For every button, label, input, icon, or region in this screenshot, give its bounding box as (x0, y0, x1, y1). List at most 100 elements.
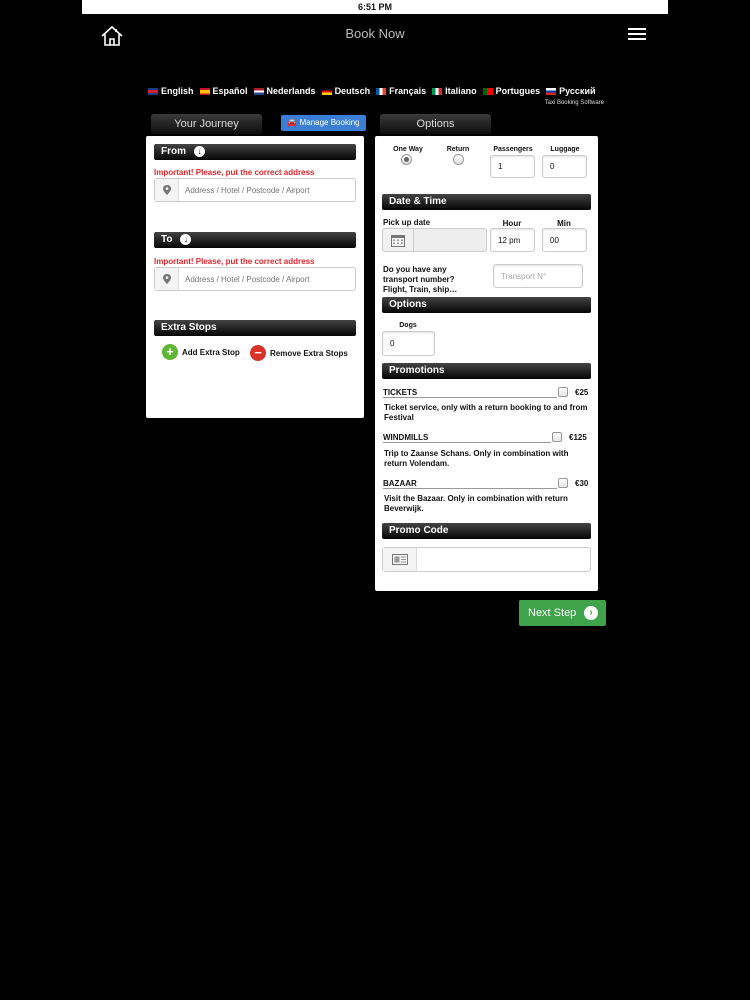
status-time: 6:51 PM (357, 2, 392, 12)
nav-bar: Book Now (82, 14, 668, 58)
options-panel: One Way Return Passengers 1 Luggage 0 Da… (375, 136, 598, 591)
promo-tickets-checkbox[interactable] (558, 387, 568, 397)
passengers-label: Passengers (493, 146, 533, 153)
add-extra-stop-label: Add Extra Stop (182, 347, 240, 357)
lang-label: Nederlands (266, 86, 316, 96)
lang-portugues[interactable]: Portugues (482, 86, 541, 96)
location-pin-icon (155, 179, 179, 201)
pickup-date-input[interactable] (414, 228, 487, 252)
manage-booking-label: Manage Booking (299, 118, 360, 127)
date-time-header: Date & Time (382, 194, 591, 210)
tab-options[interactable]: Options (380, 114, 491, 134)
status-bar: 6:51 PM (82, 0, 668, 14)
promo-tickets-desc: Ticket service, only with a return booki… (384, 403, 588, 422)
from-header: From ↓ (154, 144, 356, 160)
extra-stops-header: Extra Stops (154, 320, 356, 336)
to-address-input[interactable] (179, 274, 349, 284)
min-label: Min (557, 219, 571, 228)
portugal-flag-icon (482, 87, 493, 95)
tab-your-journey[interactable]: Your Journey (151, 114, 262, 134)
add-extra-stop-button[interactable]: + Add Extra Stop (162, 344, 240, 360)
lang-label: Español (212, 86, 248, 96)
divider (383, 488, 557, 489)
lang-label: Deutsch (334, 86, 371, 96)
from-address-input[interactable] (179, 185, 349, 195)
to-label: To (161, 234, 173, 245)
france-flag-icon (376, 87, 387, 95)
luggage-label: Luggage (550, 146, 580, 153)
one-way-radio[interactable] (401, 154, 412, 165)
tagline: Taxi Booking Software (544, 100, 604, 106)
calendar-icon[interactable] (382, 228, 414, 252)
arrow-down-icon: ↓ (194, 146, 205, 157)
lang-label: Русский (559, 86, 596, 96)
lang-label: English (161, 86, 194, 96)
lang-label: Italiano (445, 86, 477, 96)
promo-bazaar-price: €30 (575, 479, 589, 488)
promo-bazaar-checkbox[interactable] (558, 478, 568, 488)
spain-flag-icon (199, 87, 210, 95)
one-way-label: One Way (393, 146, 423, 153)
car-icon: 🚘 (287, 118, 298, 127)
promo-code-field[interactable] (382, 547, 591, 572)
transport-question: Do you have any transport number? Flight… (383, 265, 458, 294)
plus-icon: + (162, 344, 178, 360)
promo-windmills-price: €125 (569, 433, 587, 442)
promo-tickets-title: TICKETS (383, 388, 418, 397)
promo-code-header: Promo Code (382, 523, 591, 539)
page-title: Book Now (345, 26, 405, 41)
dogs-input[interactable]: 0 (382, 331, 435, 356)
return-radio[interactable] (453, 154, 464, 165)
divider (383, 397, 557, 398)
from-warning: Important! Please, put the correct addre… (154, 168, 315, 177)
hour-select[interactable]: 12 pm (490, 228, 535, 252)
promo-bazaar-title: BAZAAR (383, 479, 417, 488)
arrow-down-icon: ↓ (180, 234, 192, 245)
next-step-button[interactable]: Next Step › (519, 600, 606, 626)
italy-flag-icon (432, 87, 443, 95)
return-label: Return (446, 146, 470, 153)
lang-english[interactable]: English (148, 86, 194, 96)
promo-windmills-desc: Trip to Zaanse Schans. Only in combinati… (384, 449, 569, 468)
to-address-field[interactable] (154, 267, 356, 291)
promo-bazaar-desc: Visit the Bazaar. Only in combination wi… (384, 494, 568, 513)
germany-flag-icon (321, 87, 332, 95)
ticket-icon (383, 548, 417, 571)
netherlands-flag-icon (253, 87, 264, 95)
promotions-header: Promotions (382, 363, 591, 379)
lang-francais[interactable]: Français (376, 86, 426, 96)
lang-deutsch[interactable]: Deutsch (321, 86, 371, 96)
hamburger-menu-icon[interactable] (628, 28, 646, 42)
lang-label: Français (389, 86, 427, 96)
from-label: From (161, 146, 186, 157)
luggage-input[interactable]: 0 (542, 155, 587, 178)
lang-italiano[interactable]: Italiano (432, 86, 477, 96)
min-select[interactable]: 00 (542, 228, 587, 252)
promo-windmills-checkbox[interactable] (552, 432, 562, 442)
transport-number-input[interactable]: Transport N° (493, 264, 583, 288)
remove-extra-stops-button[interactable]: − Remove Extra Stops (250, 345, 348, 361)
lang-nederlands[interactable]: Nederlands (253, 86, 316, 96)
lang-russian[interactable]: Русский (546, 86, 596, 96)
from-address-field[interactable] (154, 178, 356, 202)
divider (383, 442, 551, 443)
next-step-label: Next Step (528, 607, 577, 619)
options-header: Options (382, 297, 591, 313)
promo-code-input[interactable] (417, 555, 587, 564)
hour-label: Hour (502, 219, 522, 228)
manage-booking-button[interactable]: 🚘 Manage Booking (281, 115, 366, 131)
remove-extra-stops-label: Remove Extra Stops (270, 348, 348, 358)
chevron-right-icon: › (584, 606, 598, 620)
to-header: To ↓ (154, 232, 356, 248)
lang-espanol[interactable]: Español (199, 86, 248, 96)
russia-flag-icon (546, 87, 557, 95)
uk-flag-icon (148, 87, 158, 95)
dogs-label: Dogs (399, 322, 417, 329)
lang-label: Portugues (495, 86, 541, 96)
promo-windmills-title: WINDMILLS (383, 433, 429, 442)
minus-icon: − (250, 345, 266, 361)
to-warning: Important! Please, put the correct addre… (154, 257, 315, 266)
pickup-date-label: Pick up date (383, 218, 431, 227)
passengers-input[interactable]: 1 (490, 155, 535, 178)
promo-tickets-price: €25 (575, 388, 589, 397)
